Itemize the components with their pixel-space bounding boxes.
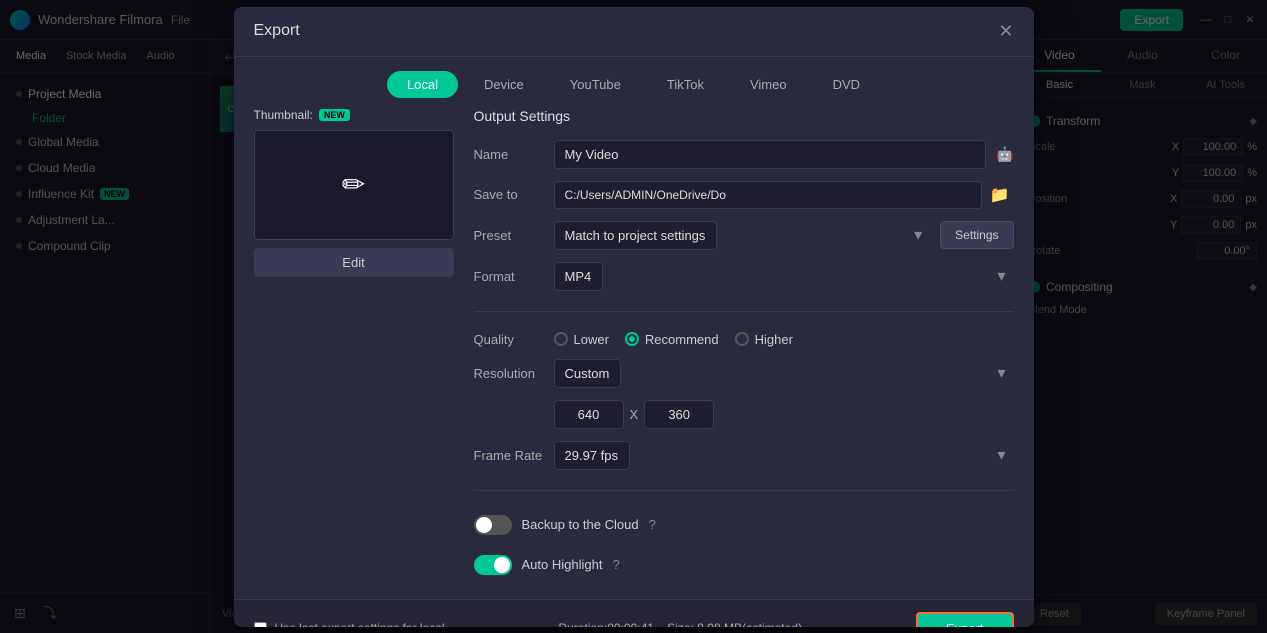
save-path-input[interactable] <box>554 181 982 209</box>
frame-rate-select-wrapper: 29.97 fps <box>554 441 1014 470</box>
export-button[interactable]: Export <box>916 612 1014 627</box>
backup-toggle-thumb <box>476 517 492 533</box>
export-modal: Export ✕ Local Device YouTube TikTok Vim… <box>234 7 1034 627</box>
modal-close-button[interactable]: ✕ <box>998 21 1013 42</box>
resolution-select-wrapper: Custom <box>554 359 1014 388</box>
modal-title: Export <box>254 22 300 40</box>
tab-tiktok[interactable]: TikTok <box>647 71 724 98</box>
frame-rate-label: Frame Rate <box>474 448 544 463</box>
quality-row: Quality Lower Recommend <box>474 332 1014 347</box>
footer-info: Duration:00:00:41 Size: 8.08 MB(estimate… <box>559 621 802 627</box>
backup-label: Backup to the Cloud <box>522 517 639 532</box>
preset-label: Preset <box>474 228 544 243</box>
thumbnail-new-badge: NEW <box>319 109 350 121</box>
thumbnail-preview: ✏ <box>254 130 454 240</box>
backup-help-icon[interactable]: ? <box>649 517 656 532</box>
highlight-toggle-row: Auto Highlight ? <box>474 551 1014 579</box>
preset-select-wrapper: Match to project settings <box>554 221 931 250</box>
frame-rate-select[interactable]: 29.97 fps <box>554 441 630 470</box>
last-settings-checkbox[interactable] <box>254 622 267 627</box>
modal-header: Export ✕ <box>234 7 1034 57</box>
quality-options: Lower Recommend Higher <box>554 332 793 347</box>
format-select-wrapper: MP4 <box>554 262 1014 291</box>
divider-1 <box>474 311 1014 312</box>
last-settings-label: Use last export settings for local <box>275 621 445 627</box>
quality-label: Quality <box>474 332 544 347</box>
tab-dvd[interactable]: DVD <box>813 71 880 98</box>
format-row: Format MP4 <box>474 262 1014 291</box>
modal-overlay: Export ✕ Local Device YouTube TikTok Vim… <box>0 0 1267 633</box>
resolution-inputs: X <box>554 400 1014 429</box>
quality-recommend[interactable]: Recommend <box>625 332 719 347</box>
duration-info: Duration:00:00:41 <box>559 621 654 627</box>
footer-left: Use last export settings for local <box>254 621 445 627</box>
modal-body: Thumbnail: NEW ✏ Edit Output Settings Na… <box>234 108 1034 599</box>
tab-device[interactable]: Device <box>464 71 544 98</box>
resolution-label: Resolution <box>474 366 544 381</box>
name-row: Name 🤖 <box>474 140 1014 169</box>
preset-select[interactable]: Match to project settings <box>554 221 717 250</box>
highlight-toggle[interactable] <box>474 555 512 575</box>
preset-settings-button[interactable]: Settings <box>940 221 1013 249</box>
tab-vimeo[interactable]: Vimeo <box>730 71 807 98</box>
radio-higher <box>735 332 749 346</box>
preset-row: Preset Match to project settings Setting… <box>474 221 1014 250</box>
radio-dot <box>629 336 635 342</box>
save-to-label: Save to <box>474 187 544 202</box>
backup-toggle[interactable] <box>474 515 512 535</box>
name-label: Name <box>474 147 544 162</box>
highlight-help-icon[interactable]: ? <box>612 557 619 572</box>
tab-youtube[interactable]: YouTube <box>550 71 641 98</box>
output-settings: Output Settings Name 🤖 Save to 📁 <box>474 108 1014 579</box>
format-label: Format <box>474 269 544 284</box>
divider-2 <box>474 490 1014 491</box>
size-info: Size: 8.08 MB(estimated) <box>667 621 802 627</box>
ai-button[interactable]: 🤖 <box>996 146 1013 163</box>
radio-lower <box>554 332 568 346</box>
backup-toggle-row: Backup to the Cloud ? <box>474 511 1014 539</box>
highlight-toggle-thumb <box>494 557 510 573</box>
settings-grid: Name 🤖 Save to 📁 Preset <box>474 140 1014 579</box>
resolution-row: Resolution Custom <box>474 359 1014 388</box>
radio-recommend <box>625 332 639 346</box>
modal-footer: Use last export settings for local Durat… <box>234 599 1034 627</box>
quality-higher[interactable]: Higher <box>735 332 793 347</box>
edit-thumbnail-button[interactable]: Edit <box>254 248 454 277</box>
height-input[interactable] <box>644 400 714 429</box>
save-to-row: Save to 📁 <box>474 181 1014 209</box>
modal-tabs: Local Device YouTube TikTok Vimeo DVD <box>234 57 1034 108</box>
name-input[interactable] <box>554 140 987 169</box>
path-input-row: 📁 <box>554 181 1014 209</box>
thumbnail-section: Thumbnail: NEW ✏ Edit <box>254 108 454 579</box>
resolution-select[interactable]: Custom <box>554 359 621 388</box>
format-select[interactable]: MP4 <box>554 262 603 291</box>
folder-browse-button[interactable]: 📁 <box>986 181 1014 209</box>
frame-rate-row: Frame Rate 29.97 fps <box>474 441 1014 470</box>
thumbnail-label: Thumbnail: NEW <box>254 108 454 122</box>
quality-lower[interactable]: Lower <box>554 332 609 347</box>
tab-local[interactable]: Local <box>387 71 458 98</box>
resolution-x-separator: X <box>630 407 639 422</box>
width-input[interactable] <box>554 400 624 429</box>
output-settings-title: Output Settings <box>474 108 1014 124</box>
pencil-icon: ✏ <box>342 168 365 201</box>
highlight-label: Auto Highlight <box>522 557 603 572</box>
